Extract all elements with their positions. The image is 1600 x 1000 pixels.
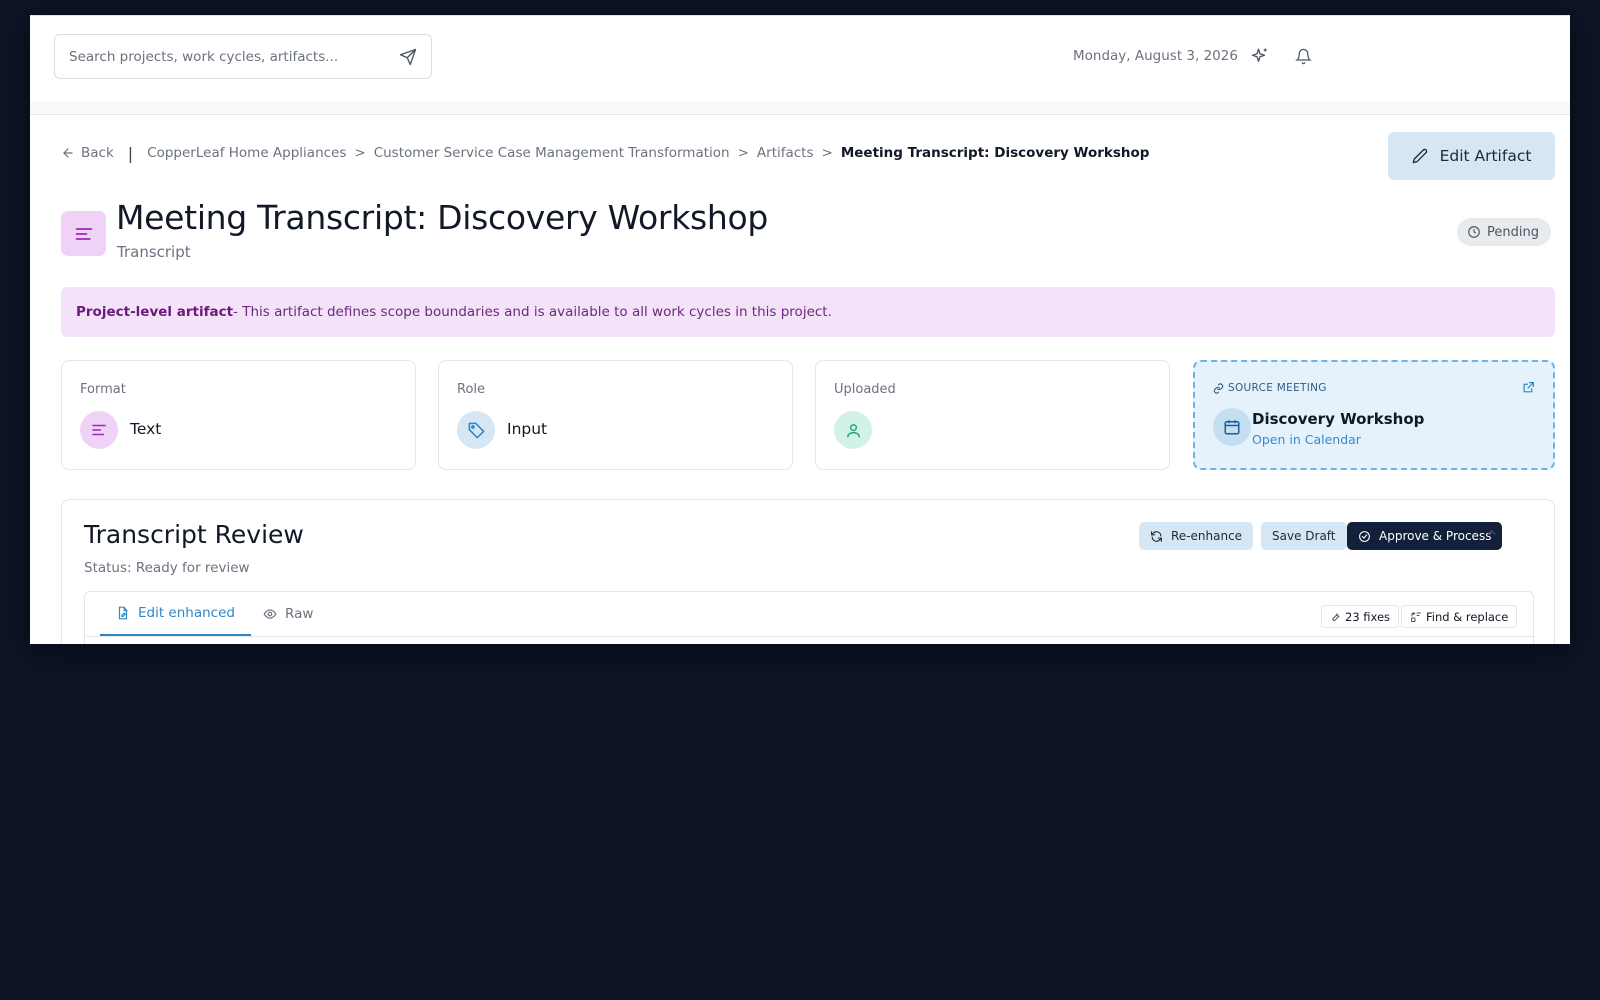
refresh-icon — [1151, 530, 1162, 542]
breadcrumb: Back | CopperLeaf Home Appliances > Cust… — [61, 143, 1149, 163]
breadcrumb-separator: > — [737, 145, 749, 161]
calendar-icon — [1213, 408, 1251, 446]
fixes-badge[interactable]: 23 fixes — [1321, 605, 1400, 628]
edit-artifact-button[interactable]: Edit Artifact — [1388, 132, 1555, 180]
replace-icon — [1411, 611, 1421, 622]
uploaded-label: Uploaded — [834, 382, 896, 397]
save-draft-label: Save Draft — [1272, 529, 1336, 543]
check-circle-icon — [1359, 530, 1370, 542]
user-icon — [834, 411, 872, 449]
approve-label: Approve & Process — [1379, 529, 1492, 543]
breadcrumb-artifacts[interactable]: Artifacts — [757, 145, 814, 161]
clock-icon — [1468, 226, 1480, 238]
format-card: Format Text — [61, 360, 416, 470]
save-draft-button[interactable]: Save Draft — [1261, 522, 1347, 550]
breadcrumb-project[interactable]: Customer Service Case Management Transfo… — [374, 145, 730, 161]
edit-artifact-label: Edit Artifact — [1439, 147, 1532, 165]
header-divider — [30, 101, 1570, 115]
uploaded-card: Uploaded — [815, 360, 1170, 470]
search-input[interactable]: Search projects, work cycles, artifacts.… — [69, 49, 399, 65]
transcript-review-panel: Transcript Review Status: Ready for revi… — [61, 499, 1555, 644]
file-edit-icon — [118, 606, 128, 620]
notice-bold: Project-level artifact — [76, 304, 234, 320]
role-card: Role Input — [438, 360, 793, 470]
artifact-type: Transcript — [117, 243, 191, 261]
source-meeting-label: SOURCE MEETING — [1228, 382, 1327, 394]
text-lines-icon — [61, 211, 106, 256]
breadcrumb-current: Meeting Transcript: Discovery Workshop — [840, 145, 1150, 161]
format-value: Text — [130, 420, 162, 438]
open-in-calendar-link[interactable]: Open in Calendar — [1252, 432, 1361, 447]
breadcrumb-client[interactable]: CopperLeaf Home Appliances — [147, 145, 346, 161]
sparkles-icon[interactable] — [1248, 44, 1272, 68]
tag-icon — [457, 411, 495, 449]
role-value: Input — [507, 420, 548, 438]
search-box[interactable]: Search projects, work cycles, artifacts.… — [54, 34, 432, 79]
tab-edit-enhanced-label: Edit enhanced — [138, 605, 235, 621]
breadcrumb-separator: > — [821, 145, 833, 161]
back-label: Back — [81, 145, 114, 161]
status-badge: Pending — [1457, 218, 1551, 246]
bell-icon[interactable] — [1291, 44, 1315, 68]
send-icon[interactable] — [399, 48, 417, 66]
top-bar: Search projects, work cycles, artifacts.… — [30, 15, 1570, 102]
transcript-editor: Edit enhanced Raw 23 fixes Find & replac… — [84, 591, 1535, 644]
breadcrumb-separator: > — [354, 145, 366, 161]
tab-divider — [85, 636, 1535, 637]
notice-text: - This artifact defines scope boundaries… — [233, 304, 832, 320]
approve-process-button[interactable]: Approve & Process — [1347, 522, 1503, 550]
source-meeting-header: SOURCE MEETING — [1213, 382, 1327, 394]
tab-raw[interactable]: Raw — [263, 592, 313, 636]
pencil-icon — [1412, 148, 1427, 164]
re-enhance-label: Re-enhance — [1171, 529, 1243, 543]
format-label: Format — [80, 382, 126, 397]
project-level-notice: Project-level artifact - This artifact d… — [61, 287, 1555, 337]
chevron-up-icon[interactable] — [1485, 526, 1498, 539]
eye-icon — [263, 609, 277, 619]
review-status: Status: Ready for review — [84, 560, 250, 576]
meeting-name: Discovery Workshop — [1252, 410, 1425, 428]
tab-edit-enhanced[interactable]: Edit enhanced — [100, 592, 251, 636]
external-link-icon[interactable] — [1522, 381, 1535, 394]
review-title: Transcript Review — [84, 520, 304, 549]
fixes-count: 23 fixes — [1345, 609, 1391, 624]
re-enhance-button[interactable]: Re-enhance — [1139, 522, 1254, 550]
current-date: Monday, August 3, 2026 — [1073, 48, 1238, 64]
arrow-left-icon — [63, 148, 73, 158]
app-window: Search projects, work cycles, artifacts.… — [30, 15, 1570, 644]
page-title: Meeting Transcript: Discovery Workshop — [116, 198, 769, 237]
text-lines-icon — [80, 411, 118, 449]
find-replace-label: Find & replace — [1426, 609, 1509, 624]
breadcrumb-divider: | — [127, 143, 134, 163]
tab-raw-label: Raw — [285, 606, 314, 622]
link-icon — [1213, 382, 1224, 394]
source-meeting-card[interactable]: SOURCE MEETING Discovery Workshop Open i… — [1193, 360, 1555, 470]
wrench-icon — [1332, 613, 1340, 622]
find-replace-button[interactable]: Find & replace — [1401, 605, 1518, 628]
role-label: Role — [457, 382, 486, 397]
back-link[interactable]: Back — [61, 145, 114, 161]
status-label: Pending — [1487, 224, 1539, 240]
